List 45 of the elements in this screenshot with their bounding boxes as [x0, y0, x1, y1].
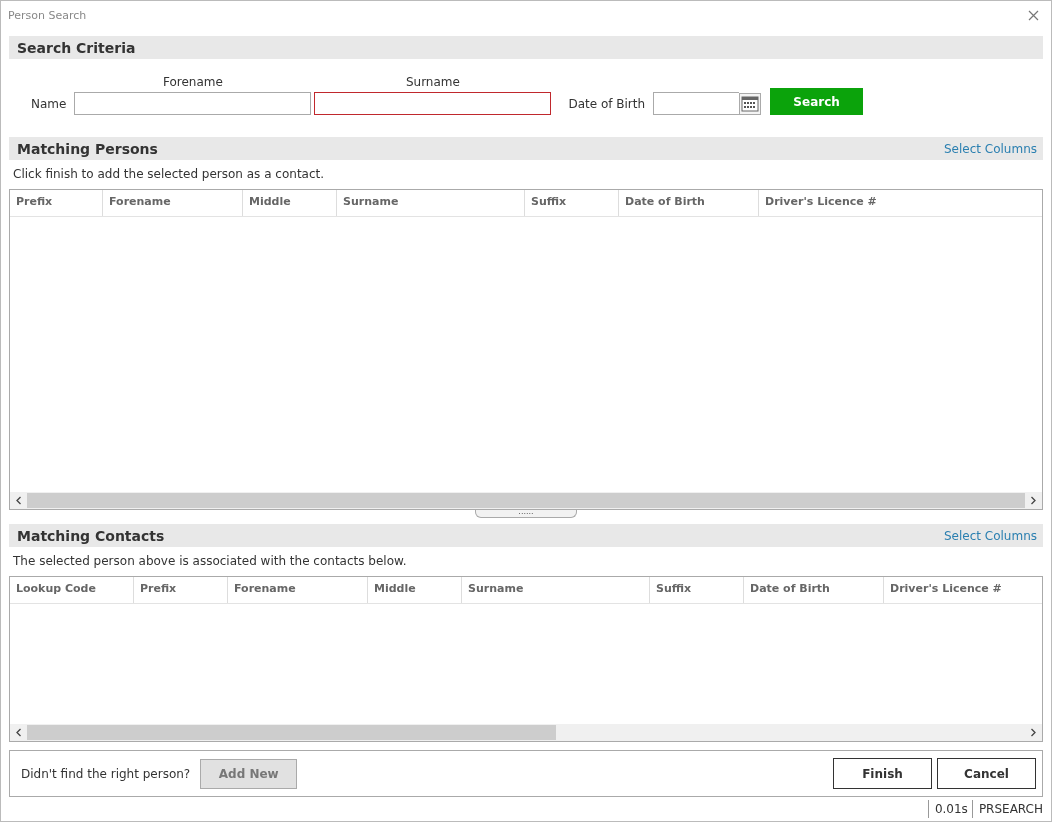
column-header[interactable]: Surname [337, 190, 525, 216]
prompt-text: Didn't find the right person? [21, 766, 191, 781]
forename-field[interactable] [74, 92, 312, 115]
column-header[interactable]: Suffix [650, 577, 744, 603]
scroll-left-icon[interactable] [15, 728, 22, 737]
field-label: Forename [162, 75, 223, 89]
column-header[interactable]: Suffix [525, 190, 619, 216]
hint-text: Click finish to add the selected person as a contact. [12, 166, 326, 183]
window-title: Person Search [8, 9, 87, 22]
surname-field[interactable] [314, 92, 552, 115]
scroll-left-icon[interactable] [15, 496, 22, 505]
splitter-handle[interactable]: ...... [475, 510, 577, 518]
select-columns-link[interactable]: Select Columns [943, 528, 1037, 543]
search-button[interactable]: Search [770, 88, 864, 115]
date-label: Date of Birth [568, 97, 646, 111]
column-header[interactable]: Forename [228, 577, 368, 603]
section-title: Search Criteria [17, 39, 136, 56]
section-title: Matching Contacts [17, 527, 165, 544]
section-title: Matching Persons [17, 140, 158, 157]
hint-text: The selected person above is associated with the contacts below. [12, 553, 408, 570]
field-label: Surname [405, 75, 460, 89]
column-header[interactable]: Surname [462, 577, 650, 603]
date-field[interactable] [653, 92, 740, 115]
column-header[interactable]: Middle [243, 190, 337, 216]
status-text: PRSEARCH [971, 800, 1047, 818]
column-header[interactable]: Lookup Code [10, 577, 134, 603]
calendar-icon[interactable] [739, 93, 762, 115]
cancel-button[interactable]: Cancel [937, 758, 1036, 789]
horizontal-scrollbar[interactable] [10, 492, 1042, 509]
scroll-right-icon[interactable] [1030, 496, 1037, 505]
horizontal-scrollbar[interactable] [10, 724, 1042, 741]
column-header[interactable]: Driver's Licence # [759, 190, 1042, 216]
column-header[interactable]: Driver's Licence # [884, 577, 1042, 603]
select-columns-link[interactable]: Select Columns [943, 141, 1037, 156]
column-header[interactable]: Prefix [134, 577, 228, 603]
column-header[interactable]: Date of Birth [744, 577, 884, 603]
scroll-right-icon[interactable] [1030, 728, 1037, 737]
column-header[interactable]: Date of Birth [619, 190, 759, 216]
column-header[interactable]: Prefix [10, 190, 103, 216]
finish-button[interactable]: Finish [833, 758, 932, 789]
column-header[interactable]: Middle [368, 577, 462, 603]
column-header[interactable]: Forename [103, 190, 243, 216]
close-icon[interactable] [1028, 10, 1039, 21]
status-text: 0.01s [927, 800, 972, 818]
name-label: Name [31, 97, 67, 111]
